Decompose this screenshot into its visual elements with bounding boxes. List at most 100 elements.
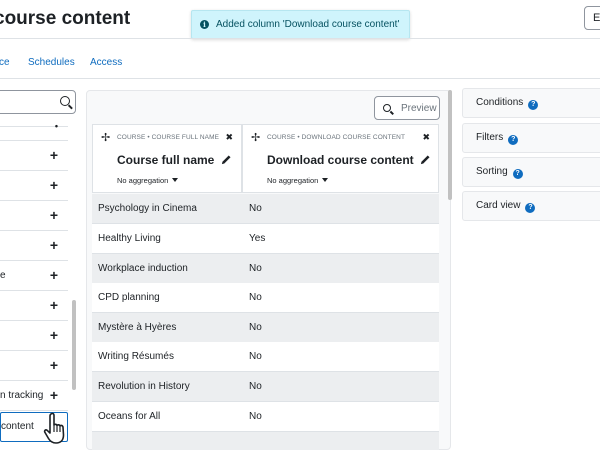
preview-button[interactable]: Preview xyxy=(374,96,440,120)
zoom-icon xyxy=(383,104,391,112)
sidebar-item[interactable]: + xyxy=(0,201,68,231)
sidebar-item[interactable]: + xyxy=(0,291,68,321)
table-cell: Oceans for All xyxy=(98,411,161,422)
table-cell: Yes xyxy=(249,233,266,244)
column-name-text: Course full name xyxy=(117,153,215,167)
add-icon[interactable]: + xyxy=(50,357,58,373)
table-cell: Mystère à Hyères xyxy=(98,322,177,333)
edit-button[interactable]: Ed xyxy=(584,6,600,30)
filters-panel[interactable]: Filters? xyxy=(462,123,600,153)
toast-message: Added column 'Download course content' xyxy=(216,19,400,30)
caret-down-icon xyxy=(172,178,179,182)
table-cell: No xyxy=(249,381,262,392)
close-icon[interactable]: ✖ xyxy=(422,132,430,143)
table-row: Mystère à Hyères No xyxy=(92,313,439,343)
sidebar-search-input[interactable] xyxy=(0,91,57,113)
add-icon[interactable]: + xyxy=(50,177,58,193)
page-title: course content xyxy=(0,8,131,29)
table-cell: Writing Résumés xyxy=(98,351,174,362)
table-row: Workplace induction No xyxy=(92,254,439,284)
add-icon[interactable]: + xyxy=(50,297,58,313)
sidebar-item[interactable]: • xyxy=(0,119,68,141)
aggregation-label: No aggregation xyxy=(267,176,319,185)
card-view-panel[interactable]: Card view? xyxy=(462,191,600,221)
table-row: Psychology in Cinema No xyxy=(92,194,439,224)
add-icon[interactable]: + xyxy=(50,207,58,223)
info-icon: i xyxy=(200,20,209,29)
table-row: Healthy Living Yes xyxy=(92,224,439,254)
header-divider xyxy=(0,38,600,39)
tabs-divider xyxy=(0,78,600,79)
secondary-nav: ce Schedules Access xyxy=(0,57,600,71)
sidebar-item[interactable]: + xyxy=(0,171,68,201)
table-row xyxy=(92,432,439,450)
column-kicker: COURSE • COURSE FULL NAME xyxy=(117,134,220,141)
table-cell: No xyxy=(249,292,262,303)
sidebar-search xyxy=(0,90,76,114)
add-icon[interactable]: + xyxy=(50,387,58,403)
move-icon[interactable]: ✢ xyxy=(101,131,110,144)
help-icon[interactable]: ? xyxy=(512,169,523,179)
table-cell: No xyxy=(249,263,262,274)
sidebar-item[interactable]: + xyxy=(0,351,68,381)
column-name[interactable]: Course full name xyxy=(117,153,232,167)
table-row: Writing Résumés No xyxy=(92,342,439,372)
table-scrollbar[interactable] xyxy=(448,90,452,200)
table-cell: No xyxy=(249,203,262,214)
table-row: CPD planning No xyxy=(92,283,439,313)
sidebar-item-label: content xyxy=(1,421,34,432)
aggregation-select[interactable]: No aggregation xyxy=(117,176,179,185)
filters-label: Filters xyxy=(476,132,504,143)
sidebar-item[interactable]: + xyxy=(0,231,68,261)
sorting-panel[interactable]: Sorting? xyxy=(462,157,600,187)
tab-schedules[interactable]: Schedules xyxy=(28,57,75,68)
move-icon[interactable]: ✢ xyxy=(251,131,260,144)
add-icon[interactable]: + xyxy=(50,327,58,343)
column-header-download-course-content: ✢ COURSE • DOWNLOAD COURSE CONTENT ✖ Dow… xyxy=(242,124,439,193)
caret-down-icon xyxy=(322,178,329,182)
column-sidebar: • + + + + e + + + + n tracking + content xyxy=(0,88,82,450)
conditions-label: Conditions xyxy=(476,97,524,108)
notification-toast: i Added column 'Download course content' xyxy=(191,10,410,39)
pencil-icon[interactable] xyxy=(221,154,232,165)
sidebar-item[interactable]: + xyxy=(0,141,68,171)
table-cell: Healthy Living xyxy=(98,233,161,244)
table-row: Revolution in History No xyxy=(92,372,439,402)
sidebar-item[interactable]: + xyxy=(0,321,68,351)
preview-label: Preview xyxy=(401,102,437,114)
add-icon[interactable]: + xyxy=(50,147,58,163)
table-cell: No xyxy=(249,351,262,362)
aggregation-label: No aggregation xyxy=(117,176,169,185)
sidebar-item-label: e xyxy=(0,270,6,281)
sidebar-scrollbar[interactable] xyxy=(72,300,76,390)
conditions-panel[interactable]: Conditions? xyxy=(462,88,600,118)
hand-pointer-icon xyxy=(43,412,65,444)
table-cell: Psychology in Cinema xyxy=(98,203,197,214)
column-name-text: Download course content xyxy=(267,153,414,167)
sorting-label: Sorting xyxy=(476,166,508,177)
table-cell: No xyxy=(249,411,262,422)
table-row: Oceans for All No xyxy=(92,402,439,432)
close-icon[interactable]: ✖ xyxy=(225,132,233,143)
help-icon[interactable]: ? xyxy=(525,203,536,213)
tab-editor[interactable]: ce xyxy=(0,57,10,68)
search-icon[interactable] xyxy=(60,96,70,106)
sidebar-item[interactable]: e + xyxy=(0,261,68,291)
card-view-label: Card view xyxy=(476,200,521,211)
tab-access[interactable]: Access xyxy=(90,57,122,68)
column-header-course-full-name: ✢ COURSE • COURSE FULL NAME ✖ Course ful… xyxy=(92,124,242,193)
help-icon[interactable]: ? xyxy=(508,135,519,145)
table-cell: Workplace induction xyxy=(98,263,188,274)
add-icon[interactable]: + xyxy=(50,267,58,283)
column-kicker: COURSE • DOWNLOAD COURSE CONTENT xyxy=(267,134,406,141)
pencil-icon[interactable] xyxy=(420,154,431,165)
expand-icon: • xyxy=(54,121,58,131)
table-cell: Revolution in History xyxy=(98,381,190,392)
sidebar-item-label: n tracking xyxy=(0,390,44,401)
aggregation-select[interactable]: No aggregation xyxy=(267,176,329,185)
add-icon[interactable]: + xyxy=(50,237,58,253)
sidebar-item[interactable]: n tracking + xyxy=(0,381,68,411)
help-icon[interactable]: ? xyxy=(528,100,539,110)
sidebar-list: • + + + + e + + + + n tracking + content xyxy=(0,121,68,450)
column-name[interactable]: Download course content xyxy=(267,153,431,167)
